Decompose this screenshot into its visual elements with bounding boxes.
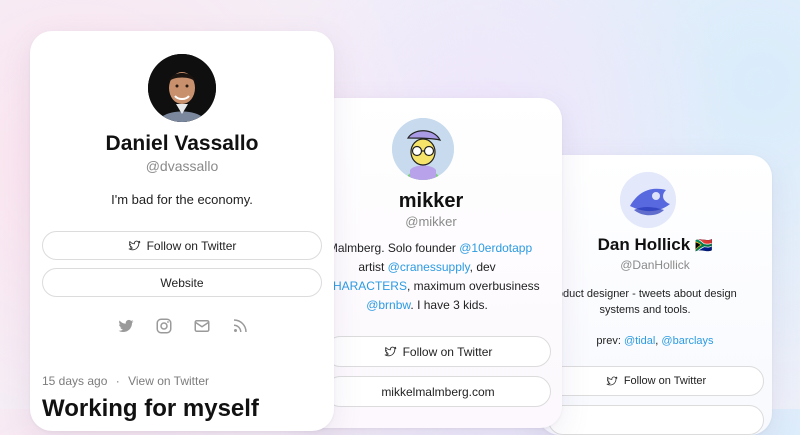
follow-label: Follow on Twitter	[146, 238, 237, 253]
bio-line: artist @cranessupply, dev	[300, 258, 562, 277]
avatar[interactable]	[392, 118, 454, 180]
twitter-icon[interactable]	[117, 317, 135, 335]
bio-text: l Malmberg. Solo founder	[321, 241, 460, 255]
website-button[interactable]	[548, 405, 764, 435]
follow-on-twitter-button[interactable]: Follow on Twitter	[325, 336, 551, 367]
bio-line: MCHARACTERS, maximum overbusiness	[300, 277, 562, 296]
follow-label: Follow on Twitter	[623, 375, 707, 387]
profile-card-daniel-vassallo: Daniel Vassallo @dvassallo I'm bad for t…	[30, 31, 334, 431]
profile-handle: @DanHollick	[620, 258, 690, 272]
profile-name-text: Dan Hollick	[597, 235, 691, 254]
website-label: Website	[160, 275, 204, 290]
profile-name: Dan Hollick 🇿🇦	[538, 235, 772, 255]
bio-text: , maximum overbusiness	[406, 279, 540, 293]
prev-link-barclays[interactable]: @barclays	[661, 335, 713, 347]
bio-line: roduct designer - tweets about design	[553, 288, 737, 300]
profile-bio: l Malmberg. Solo founder @10erdotapp art…	[300, 239, 562, 315]
bio-link[interactable]: @cranessupply	[388, 260, 470, 274]
avatar[interactable]	[148, 54, 216, 122]
website-button[interactable]: Website	[42, 268, 322, 297]
rss-icon[interactable]	[231, 317, 249, 335]
prev-link-tidal[interactable]: @tidal	[624, 335, 655, 347]
social-icon-row	[117, 317, 249, 335]
profile-handle: @mikker	[405, 214, 457, 229]
profile-prev: prev: @tidal, @barclays	[538, 335, 772, 347]
meta-separator: ·	[115, 374, 120, 388]
bio-text: , dev	[469, 260, 496, 274]
profile-bio: roduct designer - tweets about design sy…	[538, 286, 772, 318]
bio-link[interactable]: @brnbw	[366, 298, 410, 312]
follow-on-twitter-button[interactable]: Follow on Twitter	[548, 366, 764, 396]
view-on-twitter-link[interactable]: View on Twitter	[128, 374, 209, 388]
follow-label: Follow on Twitter	[402, 344, 493, 359]
website-button[interactable]: mikkelmalmberg.com	[325, 376, 551, 407]
profile-card-dan-hollick: Dan Hollick 🇿🇦 @DanHollick roduct design…	[538, 155, 772, 435]
follow-on-twitter-button[interactable]: Follow on Twitter	[42, 231, 322, 260]
profile-name: Daniel Vassallo	[105, 132, 259, 155]
bio-line: @brnbw. I have 3 kids.	[300, 296, 562, 315]
bio-line: systems and tools.	[599, 304, 691, 316]
twitter-icon	[606, 376, 618, 386]
avatar[interactable]	[620, 172, 676, 228]
post-date: 15 days ago	[42, 374, 108, 388]
profile-handle: @dvassallo	[145, 158, 219, 174]
email-icon[interactable]	[193, 317, 211, 335]
bio-text: . I have 3 kids.	[410, 298, 488, 312]
twitter-icon	[128, 240, 140, 251]
profile-card-mikker: mikker @mikker l Malmberg. Solo founder …	[300, 98, 562, 428]
bio-text: artist	[358, 260, 388, 274]
flag-icon: 🇿🇦	[694, 237, 713, 253]
prev-label: prev:	[596, 335, 624, 347]
profile-bio: I'm bad for the economy.	[111, 192, 253, 207]
profile-name: mikker	[398, 190, 464, 212]
twitter-icon	[384, 346, 396, 357]
bio-link[interactable]: @10erdotapp	[459, 241, 532, 255]
post-meta: 15 days ago · View on Twitter	[42, 374, 209, 388]
instagram-icon[interactable]	[155, 317, 173, 335]
website-label: mikkelmalmberg.com	[381, 384, 495, 399]
bio-line: l Malmberg. Solo founder @10erdotapp	[300, 239, 562, 258]
post-title[interactable]: Working for myself	[42, 395, 259, 423]
